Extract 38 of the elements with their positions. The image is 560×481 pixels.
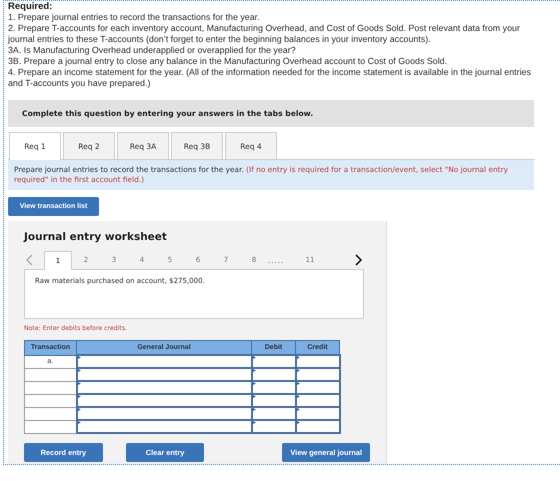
transaction-cell [24, 407, 76, 420]
triangle-marker-icon [252, 382, 256, 385]
instruction-text: 2. Prepare T-accounts for each inventory account, Manufacturing Overhead, and Cost of Goods Sold. Post relevant data from your journal entries to these T-accounts (don’t forget to enter the beginning balances in your inventory accounts). [8, 23, 521, 45]
instruction-text: 3B. Prepare a journal entry to close any balance in the Manufacturing Overhead account to Cost of Goods Sold. [8, 56, 448, 67]
transaction-cell [24, 381, 76, 394]
triangle-marker-icon [296, 382, 300, 385]
instruction-text: 3A. Is Manufacturing Overhead underapplied or overapplied for the year? [8, 45, 297, 56]
entry-input-field[interactable] [76, 368, 252, 381]
transaction-cell [24, 394, 76, 407]
instruction-text: 4. Prepare an income statement for the year. (All of the information needed for the income statement is available in the journal entries and T-accounts you have prepared.) [8, 67, 532, 89]
triangle-marker-icon [296, 369, 300, 372]
entry-input-field[interactable] [296, 355, 340, 368]
triangle-marker-icon [78, 395, 80, 398]
triangle-marker-icon [78, 421, 80, 424]
entry-input-field[interactable] [76, 355, 252, 368]
triangle-marker-icon [252, 356, 256, 359]
instruction-text: 1. Prepare journal entries to record the transactions for the year. [8, 12, 261, 23]
triangle-marker-icon [296, 356, 300, 359]
entry-input-field[interactable] [76, 420, 252, 433]
required-heading: Required: [8, 1, 54, 12]
triangle-marker-icon [296, 408, 300, 411]
triangle-marker-icon [78, 356, 80, 359]
transaction-cell [24, 368, 76, 381]
entry-input-field[interactable] [252, 355, 296, 368]
triangle-marker-icon [296, 421, 300, 424]
triangle-marker-icon [78, 382, 80, 385]
worksheet-title: Journal entry worksheet [24, 231, 168, 243]
entry-input-field[interactable] [76, 381, 252, 394]
triangle-marker-icon [296, 395, 300, 398]
triangle-marker-icon [252, 395, 256, 398]
triangle-marker-icon [78, 369, 80, 372]
entry-input-field[interactable] [76, 407, 252, 420]
entry-input-field[interactable] [76, 394, 252, 407]
triangle-marker-icon [252, 421, 256, 424]
transaction-cell [24, 420, 76, 433]
triangle-marker-icon [252, 369, 256, 372]
triangle-marker-icon [78, 408, 80, 411]
triangle-marker-icon [252, 408, 256, 411]
